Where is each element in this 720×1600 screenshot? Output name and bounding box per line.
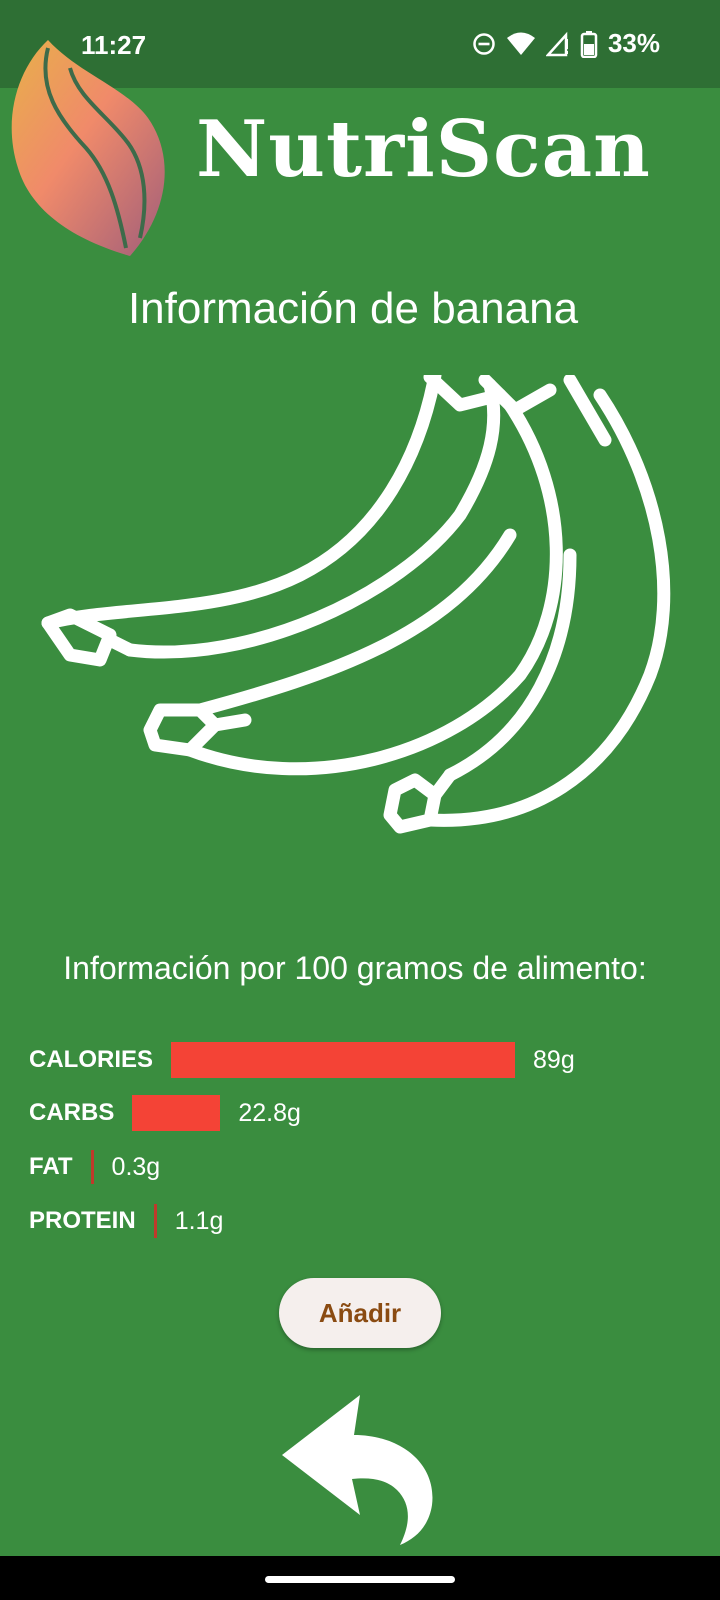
system-nav-bar [0, 1556, 720, 1600]
flame-logo-icon [11, 40, 165, 256]
nutrient-row-carbs: CARBS 22.8g [29, 1093, 301, 1133]
nutrient-value: 1.1g [174, 1206, 224, 1235]
wifi-icon [506, 32, 535, 55]
nutrient-row-protein: PROTEIN 1.1g [29, 1201, 223, 1241]
nutrient-value: 22.8g [238, 1098, 301, 1127]
nutrient-bar [90, 1150, 94, 1184]
back-arrow-icon[interactable] [282, 1395, 442, 1545]
home-gesture-handle[interactable] [265, 1576, 455, 1583]
nutrient-bar [153, 1204, 157, 1238]
nutrient-bar [132, 1095, 221, 1131]
nutrient-bar [171, 1042, 516, 1078]
food-title: Información de banana [127, 284, 579, 333]
nutrient-row-calories: CALORIES 89g [29, 1040, 575, 1080]
battery-percentage: 33% [607, 28, 660, 58]
per-100g-caption: Información por 100 gramos de alimento: [63, 950, 647, 986]
battery-icon [580, 30, 598, 58]
nutrient-label: CALORIES [29, 1046, 154, 1073]
nutrient-value: 89g [533, 1045, 575, 1074]
add-button[interactable]: Añadir [279, 1278, 441, 1348]
nutrient-value: 0.3g [111, 1152, 161, 1181]
nutrient-label: PROTEIN [29, 1207, 136, 1234]
nutrient-label: CARBS [29, 1099, 115, 1126]
app-title: NutriScan [196, 104, 651, 195]
status-icons: 33% [472, 28, 660, 59]
signal-icon [545, 31, 568, 56]
nutrient-row-fat: FAT 0.3g [29, 1147, 160, 1187]
nutrient-label: FAT [29, 1153, 73, 1180]
banana-icon [41, 375, 671, 834]
do-not-disturb-icon [473, 32, 495, 55]
